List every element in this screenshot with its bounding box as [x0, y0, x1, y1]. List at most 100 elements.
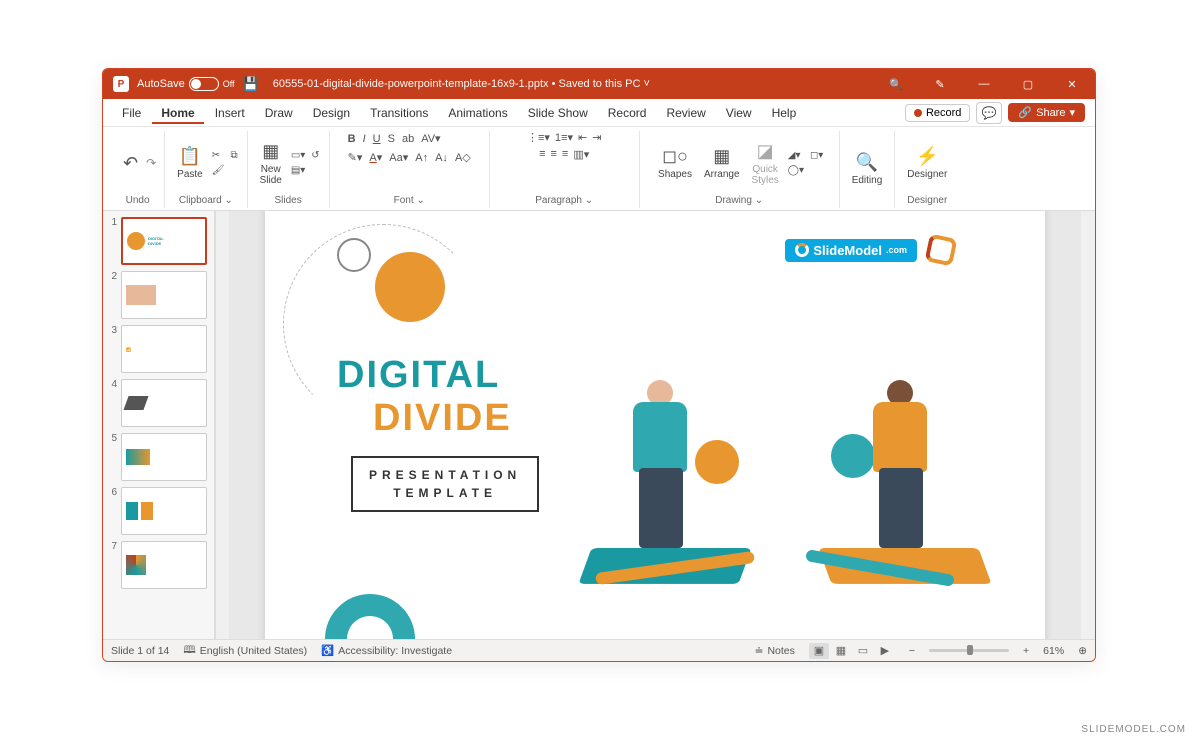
new-slide-icon: ▦ — [262, 141, 279, 162]
bold-button[interactable]: B — [346, 132, 358, 146]
zoom-in-button[interactable]: + — [1023, 645, 1029, 657]
tab-help[interactable]: Help — [763, 102, 806, 124]
slide-counter[interactable]: Slide 1 of 14 — [111, 645, 169, 657]
format-painter-button[interactable]: 🖌 — [211, 164, 226, 177]
thumbnail-7[interactable]: 7 — [107, 541, 210, 589]
section-button[interactable]: ▤▾ — [290, 164, 306, 177]
chevron-down-icon: ˅ — [643, 78, 649, 90]
shape-outline-button[interactable]: ◻▾ — [809, 149, 824, 162]
undo-button[interactable]: ↶ — [119, 151, 142, 176]
group-label-paragraph: Paragraph ⌄ — [535, 195, 593, 208]
close-button[interactable]: ✕ — [1053, 69, 1091, 99]
arrange-button[interactable]: ▦Arrange — [700, 144, 744, 182]
highlight-button[interactable]: ✎▾ — [346, 150, 365, 165]
pen-icon[interactable]: ✎ — [921, 69, 959, 99]
align-right-button[interactable]: ≡ — [562, 148, 568, 161]
share-icon: 🔗 — [1018, 106, 1032, 119]
document-title[interactable]: 60555-01-digital-divide-powerpoint-templ… — [273, 78, 650, 90]
cut-button[interactable]: ✂ — [211, 149, 226, 162]
ribbon-group-editing: 🔍Editing — [840, 131, 896, 208]
paste-button[interactable]: 📋Paste — [173, 144, 207, 182]
tab-draw[interactable]: Draw — [256, 102, 302, 124]
notes-button[interactable]: ≐ Notes — [755, 645, 795, 657]
editing-button[interactable]: 🔍Editing — [848, 150, 887, 188]
record-button[interactable]: Record — [905, 104, 970, 122]
indent-inc-button[interactable]: ⇥ — [592, 131, 601, 144]
columns-button[interactable]: ▥▾ — [573, 148, 589, 161]
slide-canvas[interactable]: DIGITAL DIVIDE PRESENTATION TEMPLATE Sli… — [265, 211, 1045, 639]
share-button[interactable]: 🔗Share▾ — [1008, 103, 1085, 122]
thumbnail-6[interactable]: 6 — [107, 487, 210, 535]
toggle-switch-icon[interactable] — [189, 77, 219, 91]
tab-view[interactable]: View — [717, 102, 761, 124]
shape-effects-button[interactable]: ◯▾ — [787, 164, 805, 177]
app-window: P AutoSave Off 💾 60555-01-digital-divide… — [102, 68, 1096, 662]
tab-file[interactable]: File — [113, 102, 150, 124]
tab-review[interactable]: Review — [657, 102, 714, 124]
font-color-button[interactable]: A▾ — [367, 150, 384, 165]
clear-format-button[interactable]: A◇ — [453, 150, 473, 165]
thumbnail-4[interactable]: 4 — [107, 379, 210, 427]
zoom-slider[interactable] — [929, 649, 1009, 652]
language-status[interactable]: 🕮 English (United States) — [183, 642, 307, 660]
comments-button[interactable]: 💬 — [976, 102, 1002, 124]
tab-design[interactable]: Design — [304, 102, 359, 124]
thumbnail-scrollbar[interactable] — [215, 211, 229, 639]
tab-record[interactable]: Record — [599, 102, 656, 124]
shape-fill-button[interactable]: ◢▾ — [787, 149, 805, 162]
tab-slide-show[interactable]: Slide Show — [519, 102, 597, 124]
maximize-button[interactable]: ▢ — [1009, 69, 1047, 99]
shadow-button[interactable]: ab — [400, 132, 416, 146]
underline-button[interactable]: U — [371, 132, 383, 146]
autosave-toggle[interactable]: AutoSave Off — [137, 77, 235, 91]
minimize-button[interactable]: — — [965, 69, 1003, 99]
search-icon[interactable]: 🔍 — [877, 69, 915, 99]
thumbnail-1[interactable]: 1DIGITALDIVIDE — [107, 217, 210, 265]
slide-illustration[interactable] — [575, 334, 995, 594]
tab-home[interactable]: Home — [152, 102, 203, 124]
change-case-button[interactable]: Aa▾ — [387, 150, 410, 165]
zoom-level[interactable]: 61% — [1043, 645, 1064, 657]
canvas-scrollbar[interactable] — [1081, 211, 1095, 639]
numbering-button[interactable]: 1≡▾ — [555, 131, 573, 144]
shapes-button[interactable]: ◻○Shapes — [654, 144, 696, 182]
slide-subtitle[interactable]: PRESENTATION TEMPLATE — [351, 456, 539, 512]
redo-button[interactable]: ↷ — [146, 156, 156, 170]
indent-dec-button[interactable]: ⇤ — [578, 131, 587, 144]
reset-button[interactable]: ↺ — [310, 149, 320, 162]
slideshow-view-button[interactable]: ▶ — [875, 643, 895, 659]
slide-title[interactable]: DIGITAL DIVIDE — [337, 354, 512, 440]
brand-logo-group: SlideModel.com — [785, 236, 955, 264]
layout-button[interactable]: ▭▾ — [290, 149, 306, 162]
powerpoint-icon: P — [113, 76, 129, 92]
reading-view-button[interactable]: ▭ — [853, 643, 873, 659]
designer-button[interactable]: ⚡Designer — [903, 144, 951, 182]
slide-panel[interactable]: 1DIGITALDIVIDE 2 3📶 4 5 6 7 — [103, 211, 215, 639]
fit-to-window-button[interactable]: ⊕ — [1078, 645, 1087, 657]
italic-button[interactable]: I — [361, 132, 368, 146]
spacing-button[interactable]: AV▾ — [419, 131, 442, 146]
zoom-out-button[interactable]: − — [909, 645, 915, 657]
accessibility-status[interactable]: ♿ Accessibility: Investigate — [321, 644, 452, 657]
tab-transitions[interactable]: Transitions — [361, 102, 437, 124]
normal-view-button[interactable]: ▣ — [809, 643, 829, 659]
thumbnail-3[interactable]: 3📶 — [107, 325, 210, 373]
shrink-font-button[interactable]: A↓ — [433, 151, 450, 165]
slide-canvas-area[interactable]: DIGITAL DIVIDE PRESENTATION TEMPLATE Sli… — [229, 211, 1081, 639]
new-slide-button[interactable]: ▦New Slide — [256, 139, 286, 188]
tab-animations[interactable]: Animations — [439, 102, 516, 124]
thumbnail-5[interactable]: 5 — [107, 433, 210, 481]
grow-font-button[interactable]: A↑ — [413, 151, 430, 165]
strikethrough-button[interactable]: S — [386, 132, 397, 146]
quick-styles-icon: ◪ — [757, 141, 774, 162]
tab-insert[interactable]: Insert — [206, 102, 254, 124]
copy-button[interactable]: ⧉ — [229, 149, 238, 162]
align-center-button[interactable]: ≡ — [551, 148, 557, 161]
quick-styles-button[interactable]: ◪Quick Styles — [748, 139, 783, 188]
align-left-button[interactable]: ≡ — [539, 148, 545, 161]
save-icon[interactable]: 💾 — [243, 76, 259, 92]
sorter-view-button[interactable]: ▦ — [831, 643, 851, 659]
thumbnail-2[interactable]: 2 — [107, 271, 210, 319]
bullets-button[interactable]: ⋮≡▾ — [527, 131, 550, 144]
brand-mark-icon — [924, 233, 957, 266]
